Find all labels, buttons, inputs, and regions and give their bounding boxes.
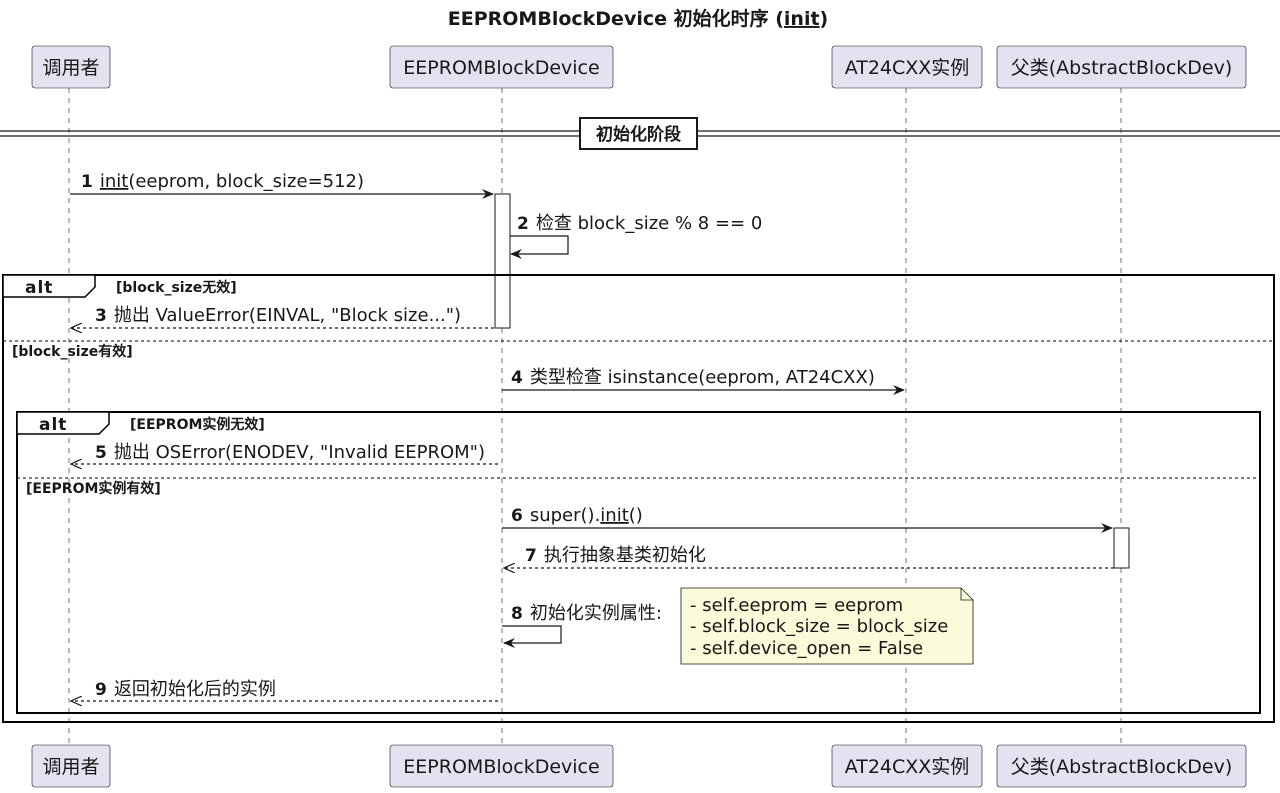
note-line-1: - self.eeprom = eeprom	[690, 595, 903, 616]
message-7-label: 7 执行抽象基类初始化	[525, 545, 706, 566]
alt-inner-keyword: alt	[39, 415, 67, 435]
message-6-label: 6 super().init()	[511, 505, 643, 526]
message-9-label: 9 返回初始化后的实例	[95, 679, 276, 700]
alt-outer-keyword: alt	[25, 278, 53, 298]
message-1-label: 1 init(eeprom, block_size=512)	[81, 171, 364, 192]
message-8-label: 8 初始化实例属性:	[511, 603, 662, 624]
sequence-diagram: EEPROMBlockDevice 初始化时序 (init) 调用者 EEPRO…	[0, 7, 1280, 788]
alt-frame-outer-border	[2, 274, 1275, 723]
participant-parent-top: 父类(AbstractBlockDev)	[996, 45, 1247, 89]
participant-caller-label: 调用者	[42, 756, 99, 778]
participant-at24-top: AT24CXX实例	[831, 45, 983, 89]
participant-parent-label: 父类(AbstractBlockDev)	[1011, 756, 1233, 778]
alt-inner-guard: [EEPROM实例无效]	[130, 416, 265, 433]
participant-caller-top: 调用者	[31, 45, 111, 89]
note: - self.eeprom = eeprom - self.block_size…	[680, 587, 974, 665]
message-9: 9 返回初始化后的实例	[71, 679, 498, 701]
participant-at24-label: AT24CXX实例	[845, 57, 970, 79]
participant-device-bottom: EEPROMBlockDevice	[389, 744, 614, 788]
message-2-label: 2 检查 block_size % 8 == 0	[517, 213, 762, 234]
participant-device-label: EEPROMBlockDevice	[403, 57, 599, 79]
alt-frame-outer: alt [block_size无效] [block_size有效]	[2, 274, 1275, 723]
diagram-title: EEPROMBlockDevice 初始化时序 (init)	[448, 7, 828, 30]
alt-outer-else-guard: [block_size有效]	[12, 343, 133, 360]
message-5-label: 5 抛出 OSError(ENODEV, "Invalid EEPROM")	[95, 442, 485, 463]
message-8: 8 初始化实例属性:	[502, 603, 662, 648]
phase-divider-label: 初始化阶段	[596, 124, 681, 145]
participant-at24-label: AT24CXX实例	[845, 756, 970, 778]
note-line-2: - self.block_size = block_size	[690, 616, 948, 637]
message-3-label: 3 抛出 ValueError(EINVAL, "Block size...")	[95, 305, 461, 326]
message-3: 3 抛出 ValueError(EINVAL, "Block size...")	[71, 305, 494, 328]
message-2-arrow	[510, 235, 569, 259]
message-4: 4 类型检查 isinstance(eeprom, AT24CXX)	[502, 367, 905, 395]
alt-inner-else-guard: [EEPROM实例有效]	[26, 480, 161, 497]
participant-device-top: EEPROMBlockDevice	[389, 45, 614, 89]
participant-device-label: EEPROMBlockDevice	[403, 756, 599, 778]
activation-device	[494, 193, 511, 329]
alt-outer-guard: [block_size无效]	[116, 279, 237, 296]
message-7: 7 执行抽象基类初始化	[504, 545, 1114, 568]
message-1: 1 init(eeprom, block_size=512)	[70, 171, 494, 199]
participant-parent-bottom: 父类(AbstractBlockDev)	[996, 744, 1247, 788]
message-6: 6 super().init()	[502, 505, 1113, 533]
activation-parent	[1113, 527, 1130, 569]
participant-at24-bottom: AT24CXX实例	[831, 744, 983, 788]
note-line-3: - self.device_open = False	[690, 638, 923, 659]
message-8-arrow	[502, 625, 562, 648]
message-5: 5 抛出 OSError(ENODEV, "Invalid EEPROM")	[71, 442, 498, 464]
participant-caller-bottom: 调用者	[31, 744, 111, 788]
phase-divider: 初始化阶段	[0, 117, 1280, 150]
participant-caller-label: 调用者	[42, 57, 99, 79]
message-4-label: 4 类型检查 isinstance(eeprom, AT24CXX)	[511, 367, 875, 388]
participant-parent-label: 父类(AbstractBlockDev)	[1011, 57, 1233, 79]
message-2: 2 检查 block_size % 8 == 0	[510, 213, 762, 259]
